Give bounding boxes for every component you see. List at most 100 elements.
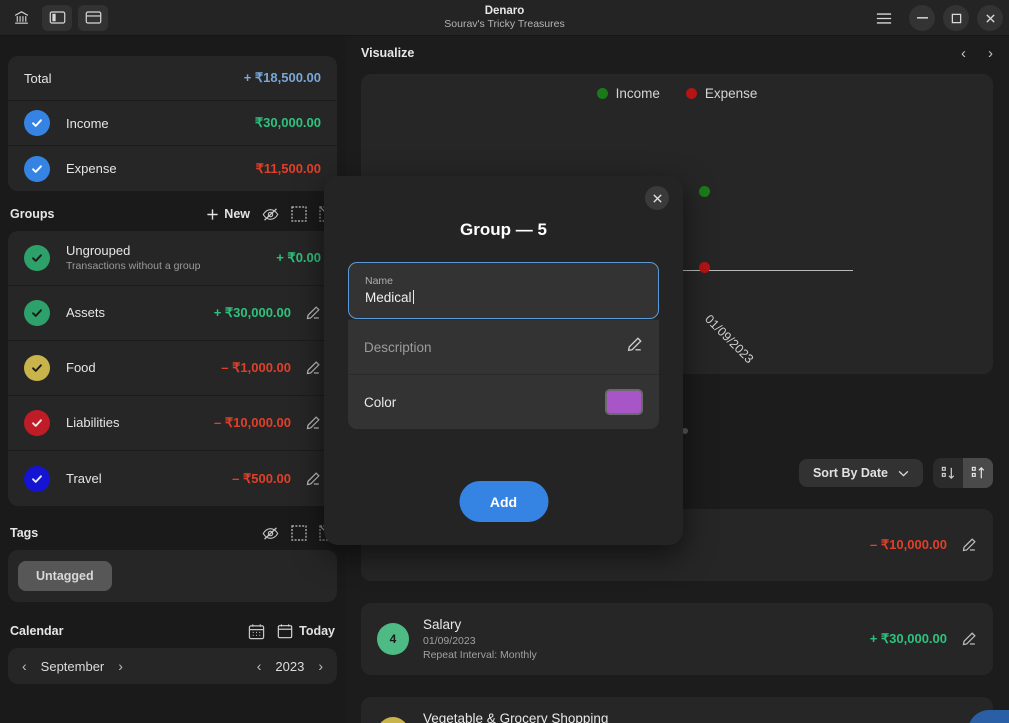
name-field[interactable]: Name Medical: [348, 262, 659, 319]
edit-pencil-icon[interactable]: [961, 631, 977, 647]
add-button[interactable]: Add: [459, 481, 548, 522]
group-row-ungrouped[interactable]: Ungrouped Transactions without a group +…: [8, 231, 337, 286]
sort-descending-icon[interactable]: [933, 458, 963, 488]
edit-pencil-icon[interactable]: [305, 360, 321, 376]
prev-month-button[interactable]: ‹: [22, 658, 27, 674]
expense-checkbox[interactable]: [24, 156, 50, 182]
edit-pencil-icon[interactable]: [305, 305, 321, 321]
calendar-nav-row: ‹ September › ‹ 2023 ›: [8, 648, 337, 684]
calendar-month: September: [41, 659, 105, 674]
calendar-icon[interactable]: [248, 623, 265, 640]
sort-ascending-icon[interactable]: [963, 458, 993, 488]
description-field[interactable]: Description: [348, 319, 659, 374]
split-pane-icon[interactable]: [78, 5, 108, 31]
group-amount: + ₹30,000.00: [214, 305, 291, 321]
group-checkbox[interactable]: [24, 355, 50, 381]
color-swatch[interactable]: [605, 389, 643, 415]
edit-pencil-icon[interactable]: [305, 415, 321, 431]
transaction-date: 01/09/2023: [423, 634, 537, 648]
groups-card: Ungrouped Transactions without a group +…: [8, 231, 337, 506]
visualize-header: Visualize ‹ ›: [345, 36, 1009, 70]
overview-expense-row[interactable]: Expense ₹11,500.00: [8, 146, 337, 191]
eye-hidden-icon[interactable]: [262, 207, 279, 222]
expense-label: Expense: [66, 161, 117, 176]
x-axis-tick-label: 01/09/2023: [702, 312, 756, 366]
tags-card: Untagged: [8, 550, 337, 602]
calendar-card: ‹ September › ‹ 2023 ›: [8, 648, 337, 684]
close-icon[interactable]: [645, 186, 669, 210]
eye-hidden-icon[interactable]: [262, 526, 279, 541]
transaction-row[interactable]: 9 Vegetable & Grocery Shopping 01/09/202…: [361, 697, 993, 723]
group-checkbox[interactable]: [24, 466, 50, 492]
maximize-button[interactable]: [943, 5, 969, 31]
data-point-expense: [699, 262, 710, 273]
group-amount: – ₹1,000.00: [221, 360, 291, 376]
app-window: Denaro Sourav's Tricky Treasures: [0, 0, 1009, 723]
next-year-button[interactable]: ›: [318, 658, 323, 674]
dialog-title: Group — 5: [324, 176, 683, 240]
group-texts: Food: [66, 360, 96, 376]
prev-year-button[interactable]: ‹: [257, 658, 262, 674]
tag-chip-untagged[interactable]: Untagged: [18, 561, 112, 591]
visualize-next-button[interactable]: ›: [988, 45, 993, 62]
total-label: Total: [24, 71, 51, 86]
name-field-value: Medical: [365, 290, 412, 305]
window-controls: [871, 0, 1003, 36]
year-nav: ‹ 2023 ›: [257, 658, 323, 674]
new-group-button[interactable]: New: [206, 207, 250, 221]
dialog-fields: Name Medical Description Color: [348, 262, 659, 429]
transaction-row[interactable]: 4 Salary 01/09/2023 Repeat Interval: Mon…: [361, 603, 993, 675]
close-button[interactable]: [977, 5, 1003, 31]
group-name: Ungrouped: [66, 243, 200, 259]
transaction-id-badge: 9: [377, 717, 409, 723]
name-field-label: Name: [365, 274, 642, 289]
group-row-travel[interactable]: Travel – ₹500.00: [8, 451, 337, 506]
next-month-button[interactable]: ›: [118, 658, 123, 674]
select-all-icon[interactable]: [291, 206, 307, 222]
expense-amount: ₹11,500.00: [256, 161, 321, 177]
hamburger-menu-icon[interactable]: [871, 5, 897, 31]
income-checkbox[interactable]: [24, 110, 50, 136]
groups-title: Groups: [10, 207, 54, 221]
group-texts: Liabilities: [66, 415, 119, 431]
tags-title: Tags: [10, 526, 38, 540]
group-row-assets[interactable]: Assets + ₹30,000.00: [8, 286, 337, 341]
color-swatch-wrap[interactable]: [605, 389, 643, 415]
group-amount: – ₹10,000.00: [214, 415, 291, 431]
transaction-name: Vegetable & Grocery Shopping: [423, 710, 608, 723]
sort-label: Sort By Date: [813, 466, 888, 480]
edit-pencil-icon[interactable]: [305, 471, 321, 487]
group-subtitle: Transactions without a group: [66, 259, 200, 273]
titlebar-left-buttons: [0, 5, 108, 31]
group-texts: Assets: [66, 305, 105, 321]
group-name: Liabilities: [66, 415, 119, 431]
month-nav: ‹ September ›: [22, 658, 123, 674]
overview-income-row[interactable]: Income ₹30,000.00: [8, 101, 337, 146]
group-checkbox[interactable]: [24, 410, 50, 436]
select-all-icon[interactable]: [291, 525, 307, 541]
income-amount: ₹30,000.00: [255, 115, 321, 131]
income-label: Income: [66, 116, 109, 131]
group-checkbox[interactable]: [24, 300, 50, 326]
group-row-food[interactable]: Food – ₹1,000.00: [8, 341, 337, 396]
overview-total-row: Total + ₹18,500.00: [8, 56, 337, 101]
color-field[interactable]: Color: [348, 374, 659, 429]
group-checkbox[interactable]: [24, 245, 50, 271]
total-amount: + ₹18,500.00: [244, 70, 321, 86]
edit-pencil-icon[interactable]: [626, 336, 643, 358]
edit-pencil-icon[interactable]: [961, 537, 977, 553]
transaction-texts: Salary 01/09/2023 Repeat Interval: Month…: [423, 616, 537, 662]
visualize-prev-button[interactable]: ‹: [961, 45, 966, 62]
sort-dropdown[interactable]: Sort By Date: [799, 459, 923, 487]
group-texts: Travel: [66, 471, 102, 487]
calendar-section-header: Calendar Today: [0, 614, 345, 648]
tag-list: Untagged: [8, 550, 337, 602]
groups-actions: New: [206, 206, 335, 222]
sidebar: Total + ₹18,500.00 Income ₹30,000.00 Exp…: [0, 36, 345, 723]
minimize-button[interactable]: [909, 5, 935, 31]
sidebar-pane-icon[interactable]: [42, 5, 72, 31]
group-row-liabilities[interactable]: Liabilities – ₹10,000.00: [8, 396, 337, 451]
today-button[interactable]: Today: [277, 623, 335, 639]
bank-icon[interactable]: [6, 5, 36, 31]
titlebar-title-block: Denaro Sourav's Tricky Treasures: [0, 0, 1009, 36]
